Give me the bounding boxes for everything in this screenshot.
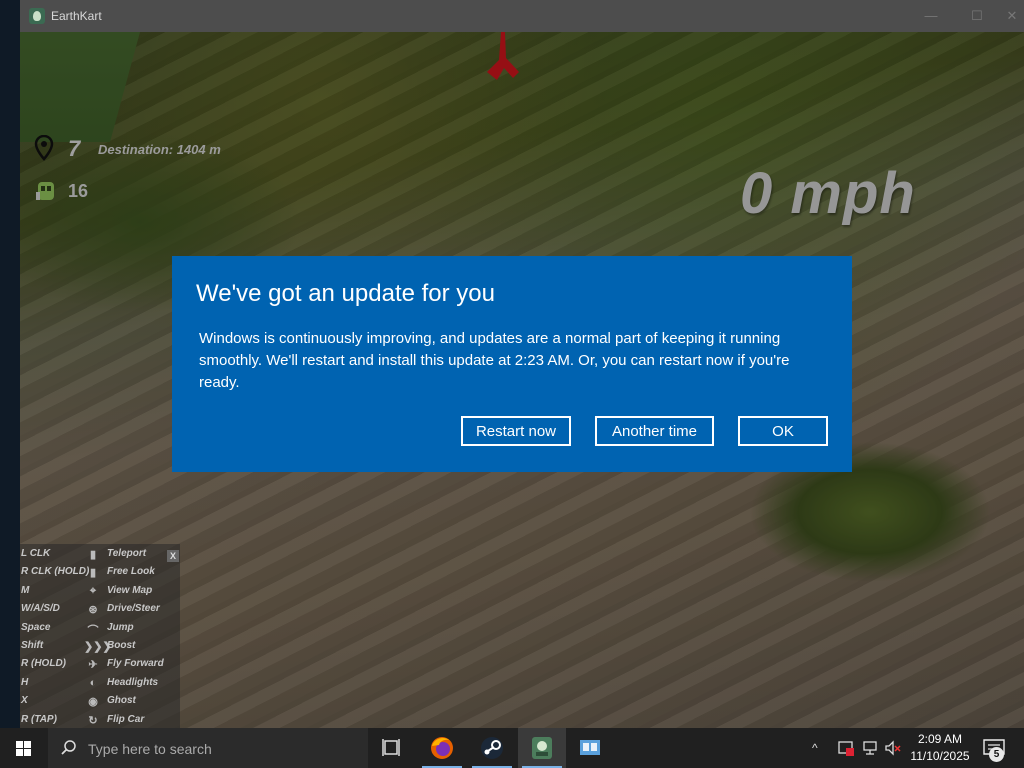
file-explorer-icon — [580, 740, 600, 755]
control-action: Free Look — [107, 566, 155, 578]
control-action: Drive/Steer — [107, 603, 160, 615]
control-action: Headlights — [107, 676, 159, 688]
control-key: M — [21, 584, 30, 596]
earthkart-icon — [532, 737, 552, 759]
taskbar: Type here to search ^ 2:09 AM 11/10/2025… — [0, 728, 1024, 768]
task-view-icon — [382, 739, 400, 756]
mouse-right-icon: ▮ — [89, 567, 97, 580]
mouse-left-icon: ▮ — [89, 549, 97, 561]
control-key: Space — [21, 621, 51, 633]
control-key: H — [21, 676, 29, 688]
control-action: Ghost — [107, 695, 136, 707]
maximize-button[interactable]: ☐ — [954, 0, 1000, 32]
window-titlebar[interactable]: EarthKart — ☐ ✕ — [20, 0, 1024, 32]
desktop-background-strip — [0, 0, 20, 728]
start-button[interactable] — [0, 728, 48, 768]
dialog-title: We've got an update for you — [196, 280, 496, 307]
controls-help-panel: X L CLK ▮ Teleport R CLK (HOLD) ▮ Free Look M ⌖… — [20, 544, 180, 728]
window-title: EarthKart — [51, 9, 102, 23]
another-time-button[interactable]: Another time — [595, 416, 714, 446]
control-row: R (HOLD) ✈ Fly Forward — [20, 658, 180, 676]
taskbar-steam[interactable] — [468, 728, 516, 768]
clock-time[interactable]: 2:09 AM — [912, 732, 968, 746]
taskbar-search-box[interactable]: Type here to search — [48, 728, 368, 768]
ok-button[interactable]: OK — [738, 416, 828, 446]
map-icon: ⌖ — [89, 584, 97, 597]
control-row: X ◉ Ghost — [20, 695, 180, 713]
ghost-icon: ◉ — [88, 696, 98, 709]
control-row: R (TAP) ↻ Flip Car — [20, 714, 180, 728]
control-row: Space ⌒ Jump — [20, 622, 180, 640]
control-row: H ◐ Headlights — [20, 677, 180, 695]
boost-icon: ❯❯❯ — [84, 641, 112, 653]
control-key: R (HOLD) — [21, 658, 66, 670]
control-row: Shift ❯❯❯ Boost — [20, 640, 180, 658]
fly-forward-icon: ✈ — [88, 659, 98, 672]
steam-icon — [481, 737, 503, 759]
control-action: Teleport — [107, 548, 147, 559]
taskbar-firefox[interactable] — [418, 728, 466, 768]
control-row: R CLK (HOLD) ▮ Free Look — [20, 566, 180, 584]
screen: 7 Destination: 1404 m 16 0 mph EarthKart… — [0, 0, 1024, 768]
network-icon[interactable] — [861, 739, 879, 757]
earthkart-app-icon — [29, 8, 45, 24]
windows-logo-icon — [16, 741, 31, 756]
dialog-message: Windows is continuously improving, and u… — [199, 330, 790, 391]
minimize-button[interactable]: — — [908, 0, 954, 32]
warning-tray-icon[interactable] — [837, 739, 855, 757]
notification-count-badge: 5 — [989, 747, 1004, 762]
control-row: W/A/S/D ⊛ Drive/Steer — [20, 603, 180, 621]
taskbar-earthkart[interactable] — [518, 728, 566, 768]
windows-update-dialog: We've got an update for you Windows is c… — [172, 256, 852, 472]
close-window-button[interactable]: ✕ — [1000, 0, 1024, 32]
restart-now-button[interactable]: Restart now — [461, 416, 571, 446]
control-action: Boost — [107, 640, 136, 651]
control-key: W/A/S/D — [21, 603, 60, 615]
control-row: L CLK ▮ Teleport — [20, 548, 180, 566]
control-key: R (TAP) — [21, 713, 57, 725]
firefox-icon — [431, 737, 453, 759]
control-row: M ⌖ View Map — [20, 585, 180, 603]
flip-car-icon: ↻ — [88, 714, 98, 727]
show-hidden-icons-button[interactable]: ^ — [812, 741, 818, 755]
control-action: View Map — [107, 584, 153, 596]
task-view-button[interactable] — [368, 728, 416, 768]
clock-date[interactable]: 11/10/2025 — [906, 749, 974, 763]
search-placeholder: Type here to search — [88, 741, 212, 757]
control-key: R CLK (HOLD) — [21, 566, 90, 578]
search-icon — [61, 740, 76, 755]
control-key: X — [21, 695, 28, 707]
headlights-icon: ◐ — [89, 676, 97, 689]
control-action: Fly Forward — [107, 658, 164, 670]
volume-muted-icon[interactable] — [884, 739, 902, 757]
control-action: Jump — [107, 621, 134, 633]
steering-wheel-icon: ⊛ — [88, 604, 98, 617]
control-key: L CLK — [21, 548, 51, 559]
taskbar-file-explorer[interactable] — [566, 728, 614, 768]
control-key: Shift — [21, 640, 44, 651]
control-action: Flip Car — [107, 713, 145, 725]
jump-icon: ⌒ — [87, 624, 99, 637]
